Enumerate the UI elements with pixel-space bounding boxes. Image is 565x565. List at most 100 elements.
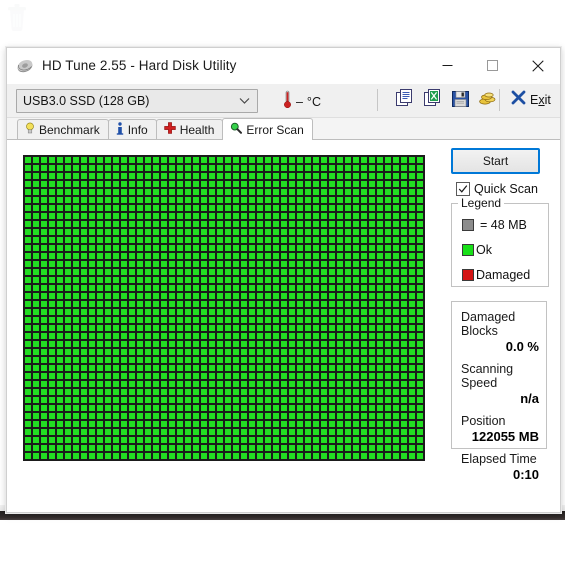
disk-block (152, 204, 160, 212)
disk-block (176, 228, 184, 236)
disk-block (296, 404, 304, 412)
disk-block (120, 172, 128, 180)
start-button[interactable]: Start (451, 148, 540, 174)
disk-block (40, 364, 48, 372)
disk-block (224, 268, 232, 276)
scan-map-area[interactable] (16, 148, 435, 484)
copy-to-excel-icon[interactable] (423, 88, 443, 113)
disk-block (24, 388, 32, 396)
disk-block (120, 444, 128, 452)
disk-block (400, 156, 408, 164)
disk-block (416, 252, 424, 260)
exit-button[interactable]: Exit (511, 90, 551, 110)
disk-block (40, 180, 48, 188)
drive-select[interactable]: USB3.0 SSD (128 GB) (16, 88, 258, 113)
tab-benchmark[interactable]: Benchmark (17, 119, 109, 139)
disk-block (328, 268, 336, 276)
disk-block (296, 372, 304, 380)
disk-block (216, 276, 224, 284)
disk-block (320, 388, 328, 396)
save-icon[interactable] (451, 89, 470, 113)
disk-block (64, 188, 72, 196)
magnifier-icon (230, 122, 243, 137)
disk-block (136, 356, 144, 364)
disk-block (136, 324, 144, 332)
disk-block (376, 388, 384, 396)
disk-block (240, 228, 248, 236)
disk-block (72, 316, 80, 324)
disk-block (136, 188, 144, 196)
disk-block (80, 164, 88, 172)
disk-block (248, 444, 256, 452)
disk-block (200, 332, 208, 340)
disk-block (408, 292, 416, 300)
quick-scan-checkbox[interactable] (456, 182, 470, 196)
disk-block (192, 324, 200, 332)
disk-block (232, 228, 240, 236)
disk-block (184, 324, 192, 332)
disk-block (104, 196, 112, 204)
disk-block (328, 348, 336, 356)
disk-block (248, 268, 256, 276)
disk-block (256, 300, 264, 308)
disk-block (168, 284, 176, 292)
disk-block (304, 396, 312, 404)
quick-scan-option[interactable]: Quick Scan (456, 182, 548, 196)
disk-block (240, 252, 248, 260)
tab-info[interactable]: Info (107, 119, 157, 139)
disk-block (264, 412, 272, 420)
tab-error-scan[interactable]: Error Scan (222, 118, 313, 140)
disk-block (152, 404, 160, 412)
disk-block (96, 244, 104, 252)
disk-block (320, 244, 328, 252)
recycle-bin-icon[interactable] (4, 2, 30, 32)
disk-block (264, 252, 272, 260)
disk-block (320, 276, 328, 284)
disk-block (96, 220, 104, 228)
disk-block (64, 244, 72, 252)
disk-block (360, 252, 368, 260)
disk-block (352, 252, 360, 260)
minimize-button[interactable] (425, 48, 470, 83)
disk-block (160, 260, 168, 268)
disk-block (112, 284, 120, 292)
disk-block (224, 196, 232, 204)
disk-block (264, 404, 272, 412)
disk-block (336, 444, 344, 452)
disk-block (336, 204, 344, 212)
close-button[interactable] (515, 48, 560, 83)
disk-block (88, 308, 96, 316)
disk-block (280, 260, 288, 268)
disk-block (400, 196, 408, 204)
disk-block (352, 260, 360, 268)
gold-coins-icon[interactable] (478, 89, 497, 113)
copy-icon[interactable] (395, 88, 415, 113)
disk-block (376, 436, 384, 444)
disk-block (168, 236, 176, 244)
disk-block (304, 420, 312, 428)
tab-health[interactable]: Health (155, 119, 224, 139)
disk-block (128, 212, 136, 220)
disk-block (96, 404, 104, 412)
maximize-button[interactable] (470, 48, 515, 83)
window-titlebar[interactable]: HD Tune 2.55 - Hard Disk Utility (7, 48, 560, 84)
disk-block (120, 316, 128, 324)
disk-block (288, 356, 296, 364)
disk-block (208, 356, 216, 364)
disk-block (208, 372, 216, 380)
disk-block (88, 252, 96, 260)
disk-block (304, 204, 312, 212)
disk-block (208, 236, 216, 244)
disk-block (336, 396, 344, 404)
disk-block (120, 188, 128, 196)
disk-block (336, 324, 344, 332)
disk-block (56, 356, 64, 364)
disk-block (392, 276, 400, 284)
disk-block (160, 236, 168, 244)
disk-block (96, 356, 104, 364)
disk-block-grid[interactable] (23, 155, 425, 461)
disk-block (288, 324, 296, 332)
disk-block (312, 396, 320, 404)
disk-block (376, 236, 384, 244)
disk-block (344, 228, 352, 236)
